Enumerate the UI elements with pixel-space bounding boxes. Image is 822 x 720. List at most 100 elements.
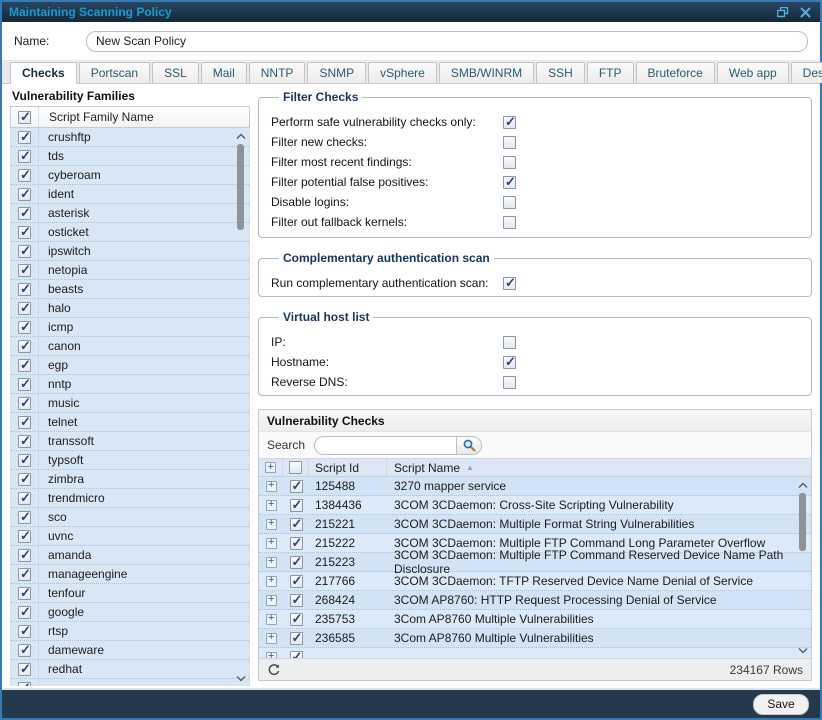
expand-icon[interactable]	[266, 614, 277, 625]
family-checkbox[interactable]	[18, 188, 31, 201]
expand-icon[interactable]	[266, 538, 277, 549]
family-row[interactable]: uvnc	[11, 527, 249, 546]
select-all-rows-checkbox[interactable]	[289, 461, 302, 474]
family-checkbox[interactable]	[18, 169, 31, 182]
scroll-thumb[interactable]	[237, 144, 244, 230]
option-checkbox[interactable]	[503, 176, 516, 189]
family-row[interactable]	[11, 679, 249, 686]
family-checkbox[interactable]	[18, 397, 31, 410]
option-checkbox[interactable]	[503, 136, 516, 149]
expand-icon[interactable]	[266, 519, 277, 530]
family-checkbox[interactable]	[18, 283, 31, 296]
family-row[interactable]: typsoft	[11, 451, 249, 470]
tab-ssl[interactable]: SSL	[152, 62, 199, 83]
tab-smb-winrm[interactable]: SMB/WINRM	[439, 62, 534, 83]
family-row[interactable]: icmp	[11, 318, 249, 337]
family-row[interactable]: crushftp	[11, 128, 249, 147]
expand-icon[interactable]	[266, 500, 277, 511]
family-checkbox[interactable]	[18, 606, 31, 619]
family-checkbox[interactable]	[18, 416, 31, 429]
family-checkbox[interactable]	[18, 245, 31, 258]
tab-ssh[interactable]: SSH	[536, 62, 585, 83]
tab-portscan[interactable]: Portscan	[79, 62, 150, 83]
row-checkbox[interactable]	[290, 613, 303, 626]
family-row[interactable]: halo	[11, 299, 249, 318]
family-row[interactable]: ipswitch	[11, 242, 249, 261]
tab-snmp[interactable]: SNMP	[307, 62, 366, 83]
families-scrollbar[interactable]	[235, 130, 247, 684]
row-checkbox[interactable]	[290, 537, 303, 550]
table-row[interactable]: 125488 3270 mapper service	[259, 477, 811, 496]
expand-icon[interactable]	[266, 576, 277, 587]
family-row[interactable]: ident	[11, 185, 249, 204]
family-checkbox[interactable]	[18, 663, 31, 676]
expand-all-icon[interactable]	[265, 462, 276, 473]
table-row[interactable]: 215221 3COM 3CDaemon: Multiple Format St…	[259, 515, 811, 534]
family-checkbox[interactable]	[18, 302, 31, 315]
expand-icon[interactable]	[266, 633, 277, 644]
close-icon[interactable]	[797, 5, 813, 19]
table-row[interactable]: 217766 3COM 3CDaemon: TFTP Reserved Devi…	[259, 572, 811, 591]
family-checkbox[interactable]	[18, 549, 31, 562]
family-checkbox[interactable]	[18, 207, 31, 220]
family-row[interactable]: tds	[11, 147, 249, 166]
row-checkbox[interactable]	[290, 575, 303, 588]
row-checkbox[interactable]	[290, 518, 303, 531]
family-checkbox[interactable]	[18, 264, 31, 277]
family-row[interactable]: dameware	[11, 641, 249, 660]
family-row[interactable]: sco	[11, 508, 249, 527]
grid-scroll-down-icon[interactable]	[797, 644, 809, 656]
search-input[interactable]	[314, 436, 456, 455]
scroll-track[interactable]	[235, 142, 247, 672]
family-row[interactable]: redhat	[11, 660, 249, 679]
tab-vsphere[interactable]: vSphere	[368, 62, 437, 83]
family-checkbox[interactable]	[18, 682, 31, 687]
family-row[interactable]: beasts	[11, 280, 249, 299]
search-button[interactable]	[456, 436, 482, 455]
scroll-up-icon[interactable]	[235, 130, 247, 142]
tab-checks[interactable]: Checks	[10, 62, 77, 84]
family-checkbox[interactable]	[18, 226, 31, 239]
grid-scroll-thumb[interactable]	[799, 493, 806, 551]
restore-icon[interactable]	[775, 5, 791, 19]
family-row[interactable]: egp	[11, 356, 249, 375]
column-header-script-name[interactable]: Script Name ▲	[387, 459, 811, 476]
policy-name-input[interactable]	[86, 31, 808, 52]
family-row[interactable]: cyberoam	[11, 166, 249, 185]
grid-scroll-up-icon[interactable]	[797, 479, 809, 491]
family-row[interactable]: telnet	[11, 413, 249, 432]
row-checkbox[interactable]	[290, 480, 303, 493]
family-row[interactable]: rtsp	[11, 622, 249, 641]
table-row[interactable]: 235753 3Com AP8760 Multiple Vulnerabilit…	[259, 610, 811, 629]
family-row[interactable]: osticket	[11, 223, 249, 242]
family-row[interactable]: trendmicro	[11, 489, 249, 508]
table-row[interactable]	[259, 648, 811, 658]
refresh-icon[interactable]	[267, 663, 281, 677]
tab-ftp[interactable]: FTP	[587, 62, 634, 83]
family-checkbox[interactable]	[18, 340, 31, 353]
family-row[interactable]: zimbra	[11, 470, 249, 489]
family-checkbox[interactable]	[18, 321, 31, 334]
family-row[interactable]: canon	[11, 337, 249, 356]
family-checkbox[interactable]	[18, 644, 31, 657]
family-row[interactable]: amanda	[11, 546, 249, 565]
family-row[interactable]: tenfour	[11, 584, 249, 603]
table-row[interactable]: 1384436 3COM 3CDaemon: Cross-Site Script…	[259, 496, 811, 515]
option-checkbox[interactable]	[503, 277, 516, 290]
family-row[interactable]: netopia	[11, 261, 249, 280]
option-checkbox[interactable]	[503, 116, 516, 129]
family-checkbox[interactable]	[18, 625, 31, 638]
family-checkbox[interactable]	[18, 473, 31, 486]
families-header-row[interactable]: Script Family Name	[10, 106, 250, 128]
option-checkbox[interactable]	[503, 196, 516, 209]
family-checkbox[interactable]	[18, 378, 31, 391]
family-checkbox[interactable]	[18, 530, 31, 543]
option-checkbox[interactable]	[503, 336, 516, 349]
tab-mail[interactable]: Mail	[201, 62, 247, 83]
family-row[interactable]: nntp	[11, 375, 249, 394]
column-header-script-id[interactable]: Script Id	[309, 459, 387, 476]
family-checkbox[interactable]	[18, 150, 31, 163]
table-row[interactable]: 268424 3COM AP8760: HTTP Request Process…	[259, 591, 811, 610]
scroll-down-icon[interactable]	[235, 672, 247, 684]
tab-web-app[interactable]: Web app	[717, 62, 789, 83]
